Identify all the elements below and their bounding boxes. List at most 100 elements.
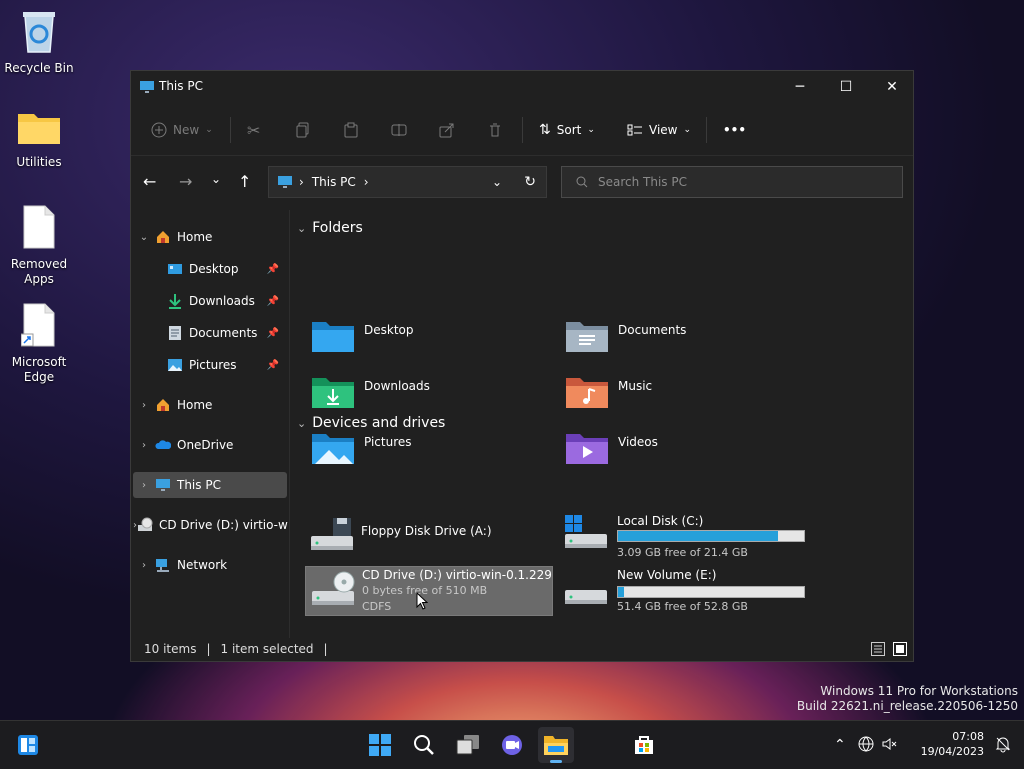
sidebar-item-onedrive[interactable]: › OneDrive (133, 432, 287, 458)
search-taskbar-button[interactable] (406, 727, 442, 763)
breadcrumb-separator[interactable]: › (364, 175, 369, 189)
search-box[interactable]: Search This PC (561, 166, 903, 198)
clock-time: 07:08 (952, 730, 984, 743)
cut-button[interactable]: ✂ (247, 117, 260, 143)
chevron-right-icon[interactable]: › (133, 400, 155, 411)
maximize-button[interactable]: ☐ (823, 71, 869, 103)
copy-button[interactable] (295, 117, 311, 143)
breadcrumb-this-pc[interactable]: This PC (312, 175, 356, 189)
section-header-folders[interactable]: ⌄ Folders (297, 220, 363, 236)
drive-item-local-disk-c[interactable]: Local Disk (C:) 3.09 GB free of 21.4 GB (561, 512, 809, 562)
details-view-button[interactable] (871, 642, 885, 659)
view-button-label: View (649, 123, 678, 137)
scissors-icon: ✂ (247, 120, 261, 140)
minimize-button[interactable]: ─ (777, 71, 823, 103)
watermark-edition: Windows 11 Pro for Workstations (820, 684, 1018, 698)
show-hidden-icons-button[interactable]: ⌃ (834, 737, 846, 753)
view-list-icon (627, 124, 642, 136)
sidebar-item-network[interactable]: › Network (133, 552, 287, 578)
this-pc-icon (277, 174, 293, 190)
folder-item-documents[interactable]: Documents (563, 316, 803, 364)
up-button[interactable]: ↑ (238, 172, 251, 191)
network-status-button[interactable] (858, 736, 874, 755)
address-bar[interactable]: › This PC › ⌄ ↻ (268, 166, 547, 198)
sidebar-item-cd-drive[interactable]: › CD Drive (D:) virtio-w (133, 512, 288, 538)
view-button[interactable]: View ⌄ (627, 117, 691, 143)
folder-item-pictures[interactable]: Pictures (309, 428, 549, 476)
chevron-down-icon: ⌄ (205, 125, 213, 135)
share-button[interactable] (439, 117, 455, 143)
sidebar-item-home-2[interactable]: › Home (133, 392, 287, 418)
rename-icon (391, 124, 407, 136)
address-dropdown-button[interactable]: ⌄ (492, 175, 502, 189)
chevron-down-icon[interactable]: ⌄ (133, 232, 155, 243)
desktop-icon-label: Microsoft (11, 355, 67, 369)
more-options-button[interactable]: ••• (723, 117, 746, 143)
forward-button[interactable]: → (179, 172, 192, 191)
folder-item-downloads[interactable]: Downloads (309, 372, 549, 420)
folder-icon (1, 108, 77, 151)
file-icon (1, 204, 77, 253)
recycle-bin-icon (1, 8, 77, 57)
music-folder-icon (566, 378, 608, 408)
section-title: Devices and drives (312, 415, 446, 431)
back-button[interactable]: ← (143, 172, 156, 191)
folder-label: Videos (618, 435, 658, 449)
navigation-bar: ← → ⌄ ↑ › This PC › ⌄ ↻ Search This PC (131, 156, 913, 210)
desktop-icon-recycle-bin[interactable]: Recycle Bin (1, 8, 77, 76)
desktop-icon-label: Apps (24, 272, 54, 286)
close-button[interactable]: ✕ (869, 71, 915, 103)
refresh-button[interactable]: ↻ (524, 174, 536, 190)
sidebar-item-downloads[interactable]: Downloads 📌 (133, 288, 287, 314)
volume-button[interactable] (882, 736, 898, 755)
window-title: This PC (159, 79, 203, 93)
desktop-folder-icon (312, 322, 354, 352)
drive-usage-fill (618, 587, 624, 597)
arrow-up-icon: ↑ (238, 172, 252, 191)
folder-label: Pictures (364, 435, 412, 449)
recent-locations-button[interactable]: ⌄ (211, 172, 221, 186)
folder-item-videos[interactable]: Videos (563, 428, 803, 476)
paste-button[interactable] (343, 117, 359, 143)
clock[interactable]: 07:08 19/04/2023 (921, 729, 984, 759)
file-explorer-window: This PC ─ ☐ ✕ New ⌄ ✂ ⇅ Sort ⌄ View ⌄ ••… (130, 70, 914, 662)
sidebar-item-desktop[interactable]: Desktop 📌 (133, 256, 287, 282)
task-view-button[interactable] (450, 727, 486, 763)
drive-free-space: 3.09 GB free of 21.4 GB (617, 546, 748, 559)
pin-icon: 📌 (266, 295, 279, 307)
sidebar-item-home[interactable]: ⌄ Home (133, 224, 287, 250)
floppy-drive-icon (311, 518, 353, 550)
section-header-devices[interactable]: ⌄ Devices and drives (297, 415, 445, 431)
notifications-button[interactable] (994, 735, 1012, 756)
chevron-right-icon[interactable]: › (133, 560, 155, 571)
title-bar[interactable]: This PC ─ ☐ ✕ (131, 71, 913, 103)
globe-icon (858, 736, 874, 752)
folder-item-music[interactable]: Music (563, 372, 803, 420)
rename-button[interactable] (391, 117, 407, 143)
pin-icon: 📌 (266, 359, 279, 371)
sidebar-item-pictures[interactable]: Pictures 📌 (133, 352, 287, 378)
sort-button[interactable]: ⇅ Sort ⌄ (539, 117, 595, 143)
desktop-icon-microsoft-edge[interactable]: Microsoft Edge (1, 302, 77, 385)
desktop-icon-removed-apps[interactable]: Removed Apps (1, 204, 77, 287)
delete-button[interactable] (487, 117, 503, 143)
folder-item-desktop[interactable]: Desktop (309, 316, 549, 364)
chevron-right-icon[interactable]: › (133, 480, 155, 491)
drive-item-floppy[interactable]: Floppy Disk Drive (A:) (305, 512, 553, 562)
sidebar-item-this-pc[interactable]: › This PC (133, 472, 287, 498)
tiles-view-icon (893, 642, 907, 656)
sidebar-item-documents[interactable]: Documents 📌 (133, 320, 287, 346)
new-button[interactable]: New ⌄ (151, 117, 213, 143)
chevron-right-icon[interactable]: › (133, 440, 155, 451)
chat-button[interactable] (494, 727, 530, 763)
microsoft-store-button[interactable] (626, 727, 662, 763)
file-explorer-taskbar-button[interactable] (538, 727, 574, 763)
tiles-view-button[interactable] (893, 642, 907, 659)
desktop-icon-utilities[interactable]: Utilities (1, 108, 77, 170)
drive-item-cd-drive-d[interactable]: CD Drive (D:) virtio-win-0.1.229 0 bytes… (305, 566, 553, 616)
widgets-button[interactable] (10, 727, 46, 763)
start-button[interactable] (362, 727, 398, 763)
folder-label: Music (618, 379, 653, 393)
drive-item-new-volume-e[interactable]: New Volume (E:) 51.4 GB free of 52.8 GB (561, 568, 809, 618)
toolbar-divider (230, 117, 231, 143)
